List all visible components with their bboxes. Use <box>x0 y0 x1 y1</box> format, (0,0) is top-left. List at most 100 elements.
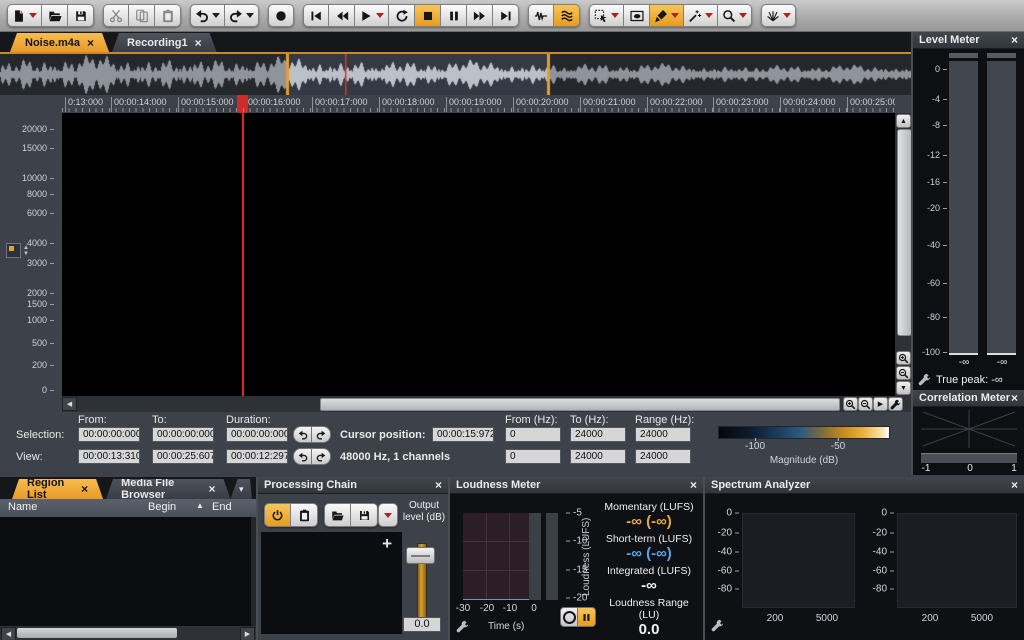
declick-caret-icon[interactable] <box>783 13 791 18</box>
scroll-left-button[interactable]: ◀ <box>62 397 77 411</box>
fast-forward-button[interactable] <box>467 4 493 27</box>
selection-duration-field[interactable]: 00:00:00:000 <box>226 427 288 442</box>
close-icon[interactable]: × <box>1011 33 1018 47</box>
add-effect-button[interactable]: + <box>382 534 392 554</box>
output-level-slider-handle[interactable] <box>406 547 435 564</box>
loudness-pause-button[interactable] <box>578 607 596 627</box>
tab-recording1[interactable]: Recording1 × <box>112 33 217 52</box>
declick-tool-button[interactable] <box>761 4 796 27</box>
close-icon[interactable]: × <box>690 478 697 492</box>
selection-redo-button[interactable] <box>312 426 331 443</box>
scroll-right-button[interactable]: ▶ <box>240 627 255 640</box>
save-file-button[interactable] <box>68 4 94 27</box>
open-file-button[interactable] <box>42 4 68 27</box>
tab-media-file-browser[interactable]: Media File Browser × <box>106 479 230 499</box>
waveform-view-button[interactable] <box>528 4 554 27</box>
vertical-scroll-thumb[interactable] <box>897 129 912 336</box>
horizontal-scrollbar[interactable]: ◀ ▶ <box>62 396 912 412</box>
brush-caret-icon[interactable] <box>671 13 679 18</box>
close-icon[interactable]: × <box>195 37 202 49</box>
wrench-icon[interactable] <box>918 373 931 386</box>
skip-start-button[interactable] <box>303 4 329 27</box>
region-list-scroll-thumb[interactable] <box>17 628 177 638</box>
tab-overflow-button[interactable]: ▾ <box>231 479 252 499</box>
selection-range-hz-field[interactable]: 24000 <box>635 427 691 442</box>
timeline-ruler[interactable]: 0:13:00000:00:14:00000:00:15:00000:00:16… <box>0 95 895 113</box>
scroll-left-button[interactable]: ◀ <box>1 627 16 640</box>
frequency-scale-control[interactable]: ▲▼ <box>6 243 29 258</box>
wrench-icon[interactable] <box>711 619 724 632</box>
new-file-button[interactable] <box>7 4 42 27</box>
close-icon[interactable]: × <box>209 483 216 495</box>
loop-button[interactable] <box>389 4 415 27</box>
pause-button[interactable] <box>441 4 467 27</box>
undo-caret-icon[interactable] <box>212 13 220 18</box>
chain-enable-button[interactable] <box>264 503 291 527</box>
tab-noise-m4a[interactable]: Noise.m4a × <box>10 33 109 52</box>
close-icon[interactable]: × <box>1011 391 1018 405</box>
box-select-caret-icon[interactable] <box>611 13 619 18</box>
view-duration-field[interactable]: 00:00:12:297 <box>226 449 288 464</box>
view-settings-button[interactable] <box>888 397 903 411</box>
zoom-in-horizontal-button[interactable] <box>843 397 858 411</box>
play-caret-icon[interactable] <box>376 13 384 18</box>
playhead-marker[interactable] <box>237 95 248 113</box>
spinner-arrows-icon[interactable]: ▲▼ <box>23 245 29 257</box>
chain-paste-button[interactable] <box>291 503 318 527</box>
sort-asc-icon[interactable]: ▲ <box>196 501 204 510</box>
chain-open-button[interactable] <box>324 503 351 527</box>
rewind-button[interactable] <box>329 4 355 27</box>
horizontal-scroll-thumb[interactable] <box>320 398 840 411</box>
zoom-out-vertical-button[interactable] <box>896 366 911 380</box>
skip-end-button[interactable] <box>493 4 519 27</box>
paste-button[interactable] <box>155 4 181 27</box>
cut-button[interactable] <box>103 4 129 27</box>
tab-region-list[interactable]: Region List × <box>12 479 103 499</box>
selection-undo-button[interactable] <box>293 426 312 443</box>
view-undo-button[interactable] <box>293 448 312 465</box>
lasso-select-button[interactable] <box>624 4 650 27</box>
selection-from-hz-field[interactable]: 0 <box>505 427 561 442</box>
cursor-position-field[interactable]: 00:00:15:972 <box>432 427 494 442</box>
region-list-header-row[interactable]: Name Begin ▲ End <box>0 499 256 517</box>
box-select-button[interactable] <box>589 4 624 27</box>
magic-wand-button[interactable] <box>684 4 718 27</box>
wrench-icon[interactable] <box>456 620 469 633</box>
close-icon[interactable]: × <box>1011 478 1018 492</box>
close-icon[interactable]: × <box>435 478 442 492</box>
vertical-scrollbar[interactable]: ▲ ▼ <box>895 113 912 396</box>
redo-button[interactable] <box>225 4 259 27</box>
selection-to-hz-field[interactable]: 24000 <box>570 427 626 442</box>
view-range-hz-field[interactable]: 24000 <box>635 449 691 464</box>
chain-effect-list[interactable]: + <box>261 532 402 634</box>
zoom-in-vertical-button[interactable] <box>896 351 911 365</box>
selection-from-field[interactable]: 00:00:00:000 <box>78 427 140 442</box>
column-begin[interactable]: Begin <box>148 501 176 513</box>
zoom-out-horizontal-button[interactable] <box>858 397 873 411</box>
close-icon[interactable]: × <box>87 37 94 49</box>
column-name[interactable]: Name <box>8 501 37 513</box>
zoom-caret-icon[interactable] <box>739 13 747 18</box>
zoom-tool-button[interactable] <box>718 4 752 27</box>
new-file-caret-icon[interactable] <box>29 13 37 18</box>
redo-caret-icon[interactable] <box>246 13 254 18</box>
copy-button[interactable] <box>129 4 155 27</box>
overview-waveform-canvas[interactable] <box>0 54 912 95</box>
close-icon[interactable]: × <box>81 483 88 495</box>
frequency-scale-icon[interactable] <box>6 243 21 258</box>
brush-button[interactable] <box>650 4 684 27</box>
scroll-right-button[interactable]: ▶ <box>873 397 888 411</box>
region-list-body[interactable] <box>0 517 256 626</box>
play-button[interactable] <box>355 4 389 27</box>
selection-to-field[interactable]: 00:00:00:000 <box>152 427 214 442</box>
view-from-hz-field[interactable]: 0 <box>505 449 561 464</box>
magic-wand-caret-icon[interactable] <box>705 13 713 18</box>
loudness-reset-button[interactable] <box>560 607 578 627</box>
chain-save-button[interactable] <box>351 503 378 527</box>
spectrogram-view-button[interactable] <box>554 4 580 27</box>
region-list-hscrollbar[interactable]: ◀ ▶ <box>0 626 256 640</box>
output-level-value[interactable]: 0.0 <box>403 617 441 632</box>
scroll-down-button[interactable]: ▼ <box>896 381 911 395</box>
waveform-overview[interactable] <box>0 52 912 95</box>
scroll-up-button[interactable]: ▲ <box>896 114 911 128</box>
